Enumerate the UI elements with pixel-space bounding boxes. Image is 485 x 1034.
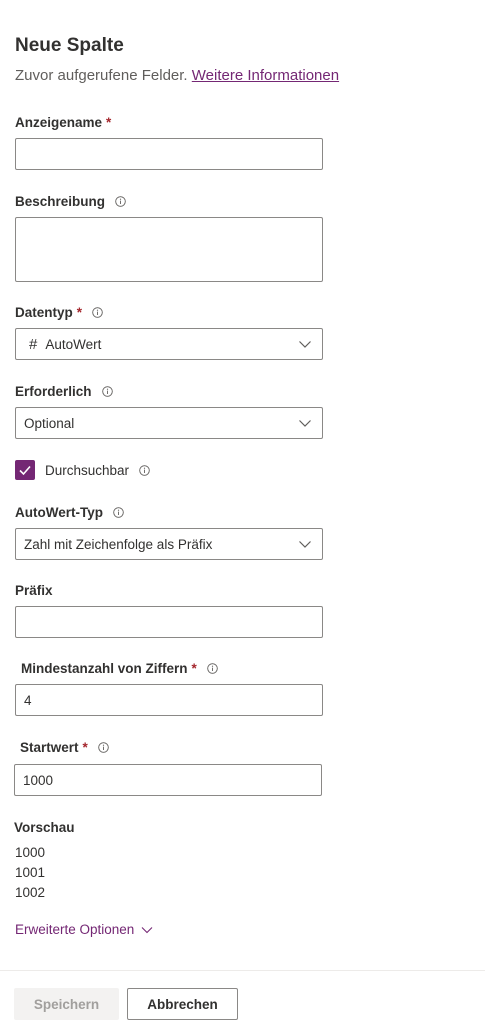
seed-label: Startwert *: [20, 740, 109, 755]
required-dropdown[interactable]: Optional: [15, 407, 323, 439]
required-label: Erforderlich: [15, 384, 113, 399]
autonumber-type-label: AutoWert-Typ: [15, 505, 124, 520]
searchable-checkbox-row[interactable]: Durchsuchbar: [15, 460, 150, 480]
preview-label-text: Vorschau: [14, 820, 75, 835]
info-icon[interactable]: [115, 196, 126, 207]
min-digits-value: 4: [24, 692, 32, 708]
checkmark-icon: [19, 465, 31, 476]
prefix-label-text: Präfix: [15, 583, 53, 598]
required-marker: *: [106, 115, 112, 130]
autonumber-type-value: Zahl mit Zeichenfolge als Präfix: [24, 536, 213, 552]
prefix-label: Präfix: [15, 583, 53, 598]
required-label-text: Erforderlich: [15, 384, 92, 399]
description-label: Beschreibung: [15, 194, 126, 209]
advanced-options-toggle[interactable]: Erweiterte Optionen: [15, 922, 153, 937]
data-type-value: AutoWert: [45, 336, 102, 352]
chevron-down-icon: [298, 416, 312, 430]
subtitle-text: Zuvor aufgerufene Felder.: [15, 67, 188, 84]
save-button[interactable]: Speichern: [14, 988, 119, 1020]
searchable-label: Durchsuchbar: [45, 463, 150, 478]
prefix-input[interactable]: [15, 606, 323, 638]
advanced-options-label: Erweiterte Optionen: [15, 922, 135, 937]
chevron-down-icon: [298, 537, 312, 551]
footer-divider: [0, 970, 485, 971]
cancel-button[interactable]: Abbrechen: [127, 988, 238, 1020]
data-type-selected: # AutoWert: [22, 336, 101, 353]
panel-subtitle: Zuvor aufgerufene Felder. Weitere Inform…: [15, 67, 339, 84]
required-value: Optional: [24, 415, 75, 431]
autonumber-type-dropdown[interactable]: Zahl mit Zeichenfolge als Präfix: [15, 528, 323, 560]
info-icon[interactable]: [92, 307, 103, 318]
number-icon: #: [29, 335, 38, 353]
data-type-label-text: Datentyp: [15, 305, 73, 320]
info-icon[interactable]: [207, 663, 218, 674]
searchable-label-text: Durchsuchbar: [45, 462, 130, 478]
info-icon[interactable]: [98, 742, 109, 753]
preview-line: 1002: [15, 885, 46, 900]
display-name-label: Anzeigename *: [15, 115, 111, 130]
min-digits-label-text: Mindestanzahl von Ziffern: [21, 661, 188, 676]
searchable-checkbox[interactable]: [15, 460, 35, 480]
required-marker: *: [191, 661, 197, 676]
data-type-dropdown[interactable]: # AutoWert: [15, 328, 323, 360]
data-type-label: Datentyp *: [15, 305, 103, 320]
display-name-label-text: Anzeigename: [15, 115, 103, 130]
seed-value: 1000: [23, 772, 54, 788]
description-textarea[interactable]: [15, 217, 323, 282]
preview-line: 1000: [15, 845, 46, 860]
description-label-text: Beschreibung: [15, 194, 106, 209]
chevron-down-icon: [298, 337, 312, 351]
autonumber-type-label-text: AutoWert-Typ: [15, 505, 103, 520]
required-marker: *: [76, 305, 83, 320]
min-digits-label: Mindestanzahl von Ziffern *: [21, 661, 218, 676]
seed-label-text: Startwert: [20, 740, 79, 755]
required-marker: *: [82, 740, 88, 755]
panel-title: Neue Spalte: [15, 35, 124, 56]
info-icon[interactable]: [113, 507, 124, 518]
preview-label: Vorschau: [14, 820, 75, 835]
more-info-link[interactable]: Weitere Informationen: [192, 67, 339, 84]
info-icon[interactable]: [101, 386, 113, 397]
info-icon[interactable]: [139, 464, 150, 476]
min-digits-input[interactable]: 4: [15, 684, 323, 716]
chevron-down-icon: [141, 924, 153, 936]
display-name-input[interactable]: [15, 138, 323, 170]
preview-line: 1001: [15, 865, 46, 880]
seed-input[interactable]: 1000: [14, 764, 322, 796]
